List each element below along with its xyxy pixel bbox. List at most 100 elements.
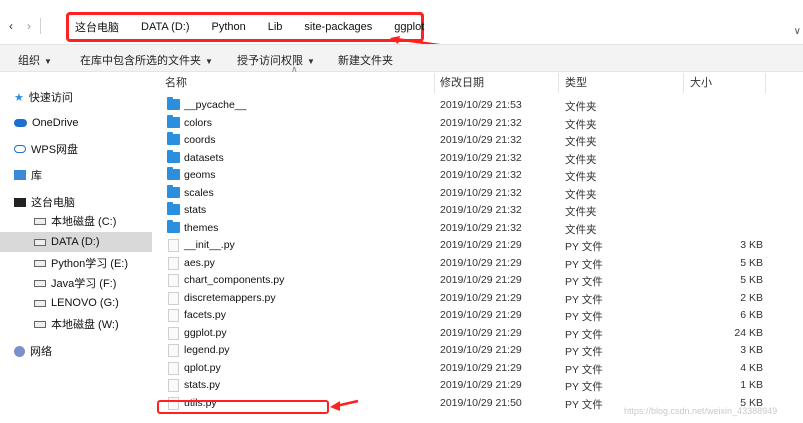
sidebar-item-network[interactable]: 网络 — [0, 341, 152, 361]
python-file-icon — [168, 309, 179, 322]
breadcrumb-item-this-pc[interactable]: 这台电脑 — [75, 19, 119, 35]
table-row[interactable]: stats.py 2019/10/29 21:29 PY 文件 1 KB — [152, 377, 803, 395]
table-row[interactable]: __init__.py 2019/10/29 21:29 PY 文件 3 KB — [152, 237, 803, 255]
column-header-name[interactable]: 名称 — [165, 73, 187, 93]
highlight-box — [157, 400, 329, 414]
file-type: PY 文件 — [565, 381, 603, 393]
sidebar-item-label: 库 — [31, 170, 42, 182]
breadcrumb[interactable]: 这台电脑 DATA (D:) Python Lib site-packages … — [66, 12, 424, 42]
file-date: 2019/10/29 21:29 — [440, 274, 522, 286]
file-date: 2019/10/29 21:32 — [440, 151, 522, 164]
sidebar-item-library[interactable]: 库 — [0, 165, 152, 185]
file-size: 24 KB — [734, 326, 763, 339]
table-row[interactable]: discretemappers.py 2019/10/29 21:29 PY 文件 2… — [152, 290, 803, 308]
navigation-pane: ★ 快速访问 OneDrive WPS网盘 库 这台电脑 本地磁盘 (C:) D… — [0, 73, 152, 423]
table-row[interactable]: facets.py 2019/10/29 21:29 PY 文件 6 KB — [152, 307, 803, 325]
breadcrumb-item-ggplot[interactable]: ggplot — [394, 21, 424, 33]
folder-icon — [167, 114, 180, 128]
chevron-down-icon[interactable]: ∨ — [794, 26, 801, 37]
drive-icon — [34, 238, 46, 246]
column-divider[interactable] — [683, 73, 684, 93]
sidebar-item-onedrive[interactable]: OneDrive — [0, 113, 152, 133]
file-type: 文件夹 — [565, 101, 597, 113]
forward-arrow-icon[interactable]: › — [22, 19, 36, 33]
file-name: ggplot.py — [184, 326, 227, 339]
sidebar-item-drive-c[interactable]: 本地磁盘 (C:) — [0, 211, 152, 231]
file-date: 2019/10/29 21:29 — [440, 344, 522, 356]
caret-down-icon: ▼ — [205, 57, 213, 66]
sidebar-item-drive-f[interactable]: Java学习 (F:) — [0, 273, 152, 293]
column-header-date[interactable]: 修改日期 — [440, 73, 484, 93]
file-date: 2019/10/29 21:50 — [440, 396, 522, 409]
drive-icon — [34, 279, 46, 287]
file-name: chart_components.py — [184, 274, 285, 286]
column-header-type[interactable]: 类型 — [565, 73, 587, 93]
table-row[interactable]: datasets 2019/10/29 21:32 文件夹 — [152, 149, 803, 168]
file-size: 3 KB — [740, 344, 763, 356]
caret-down-icon: ▼ — [44, 57, 52, 66]
column-header-size[interactable]: 大小 — [690, 73, 712, 93]
organize-menu[interactable]: 组织 ▼ — [18, 52, 52, 68]
file-name: stats.py — [184, 379, 221, 391]
table-row[interactable]: geoms 2019/10/29 21:32 文件夹 — [152, 167, 803, 185]
file-name: legend.py — [184, 344, 230, 356]
table-row[interactable]: coords 2019/10/29 21:32 文件夹 — [152, 132, 803, 150]
sidebar-item-label: 网络 — [30, 346, 52, 358]
table-row[interactable]: legend.py 2019/10/29 21:29 PY 文件 3 KB — [152, 342, 803, 360]
file-type: 文件夹 — [565, 153, 597, 166]
table-row[interactable]: themes 2019/10/29 21:32 文件夹 — [152, 219, 803, 238]
column-divider[interactable] — [558, 73, 559, 93]
file-name: __pycache__ — [184, 99, 247, 111]
sidebar-item-drive-w[interactable]: 本地磁盘 (W:) — [0, 314, 152, 334]
sidebar-item-label: OneDrive — [32, 117, 79, 129]
file-type: 文件夹 — [565, 118, 597, 131]
sidebar-item-drive-e[interactable]: Python学习 (E:) — [0, 253, 152, 273]
sidebar-item-quick-access[interactable]: ★ 快速访问 — [0, 87, 152, 107]
file-date: 2019/10/29 21:29 — [440, 239, 522, 251]
table-row[interactable]: aes.py 2019/10/29 21:29 PY 文件 5 KB — [152, 255, 803, 273]
file-name: qplot.py — [184, 361, 221, 374]
file-date: 2019/10/29 21:29 — [440, 361, 522, 374]
sidebar-item-label: 快速访问 — [28, 92, 73, 104]
new-folder-button[interactable]: 新建文件夹 — [338, 52, 393, 68]
table-row[interactable]: __pycache__ 2019/10/29 21:53 文件夹 — [152, 97, 803, 115]
file-date: 2019/10/29 21:53 — [440, 99, 522, 111]
include-in-library-label: 在库中包含所选的文件夹 — [80, 55, 201, 67]
table-row[interactable]: stats 2019/10/29 21:32 文件夹 — [152, 202, 803, 220]
file-name: colors — [184, 116, 213, 129]
table-row[interactable]: ggplot.py 2019/10/29 21:29 PY 文件 24 KB — [152, 325, 803, 343]
file-size: 1 KB — [740, 379, 763, 391]
column-divider[interactable] — [765, 73, 766, 93]
table-row[interactable]: colors 2019/10/29 21:32 文件夹 — [152, 114, 803, 133]
back-arrow-icon[interactable]: ‹ — [4, 19, 18, 33]
breadcrumb-item-site-packages[interactable]: site-packages — [304, 21, 372, 33]
file-date: 2019/10/29 21:29 — [440, 291, 522, 304]
file-type: 文件夹 — [565, 188, 597, 201]
file-name: themes — [184, 221, 219, 234]
table-row[interactable]: chart_components.py 2019/10/29 21:29 PY 文件… — [152, 272, 803, 290]
file-size: 5 KB — [740, 274, 763, 286]
sidebar-item-drive-d[interactable]: DATA (D:) — [0, 232, 152, 252]
breadcrumb-item-data-d[interactable]: DATA (D:) — [141, 21, 189, 33]
file-date: 2019/10/29 21:32 — [440, 221, 522, 234]
library-icon — [14, 170, 26, 180]
breadcrumb-item-lib[interactable]: Lib — [268, 21, 283, 33]
table-row[interactable]: scales 2019/10/29 21:32 文件夹 — [152, 184, 803, 203]
drive-icon — [34, 259, 46, 267]
share-with-menu[interactable]: 授予访问权限 ▼ — [237, 52, 315, 68]
sidebar-item-label: Python学习 (E:) — [51, 258, 129, 270]
sidebar-item-drive-g[interactable]: LENOVO (G:) — [0, 293, 152, 313]
command-toolbar: 组织 ▼ 在库中包含所选的文件夹 ▼ 授予访问权限 ▼ 新建文件夹 — [0, 44, 803, 72]
breadcrumb-item-python[interactable]: Python — [211, 21, 245, 33]
file-type: PY 文件 — [565, 258, 603, 271]
table-row[interactable]: qplot.py 2019/10/29 21:29 PY 文件 4 KB — [152, 360, 803, 378]
folder-icon — [167, 149, 180, 163]
file-type: PY 文件 — [565, 241, 603, 253]
file-type: 文件夹 — [565, 206, 597, 218]
column-divider[interactable] — [434, 73, 435, 93]
sidebar-item-wps[interactable]: WPS网盘 — [0, 139, 152, 159]
include-in-library-menu[interactable]: 在库中包含所选的文件夹 ▼ — [80, 52, 213, 68]
file-type: 文件夹 — [565, 136, 597, 148]
folder-icon — [167, 184, 180, 198]
sidebar-item-this-pc[interactable]: 这台电脑 — [0, 192, 152, 212]
